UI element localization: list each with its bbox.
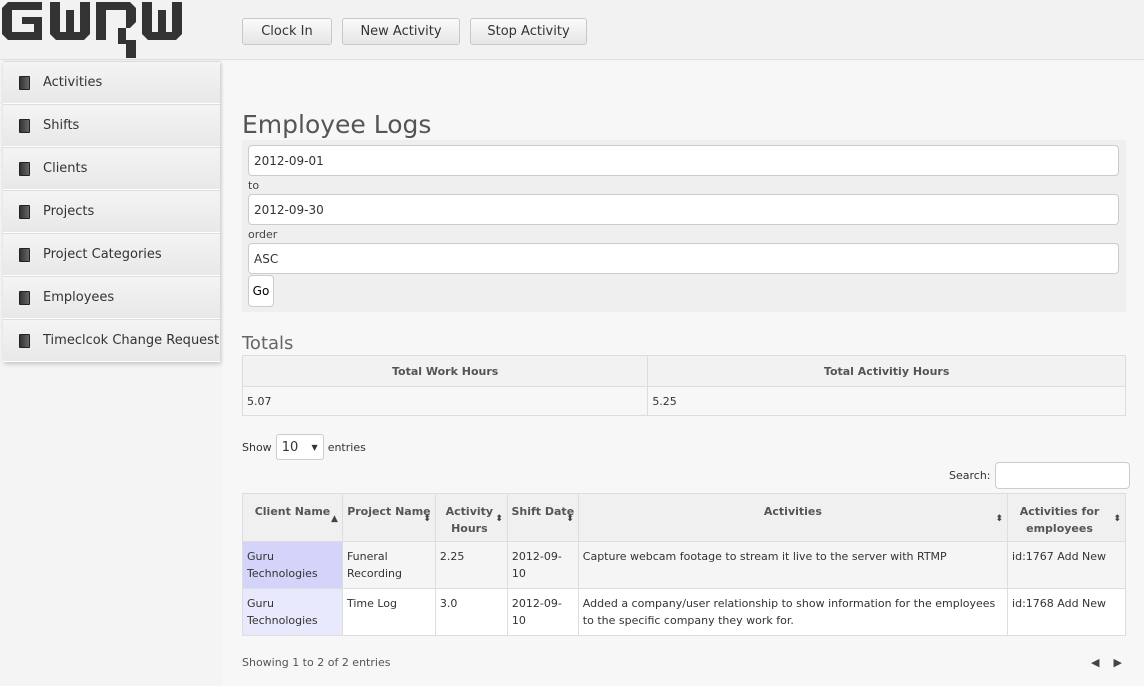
sidebar-item-project-categories[interactable]: Project Categories — [3, 233, 220, 276]
cell-client: Guru Technologies — [242, 541, 343, 589]
table-row: Guru Technologies Funeral Recording 2.25… — [242, 541, 1126, 589]
entries-control: Show 10 ▼ entries — [242, 434, 366, 460]
sidebar-item-label: Activities — [43, 75, 103, 90]
sidebar-item-label: Shifts — [43, 118, 80, 133]
header-label: Activity Hours — [445, 505, 494, 535]
sidebar: Activities Shifts Clients Projects Proje… — [3, 61, 220, 362]
cell-activity: Added a company/user relationship to sho… — [577, 588, 1009, 636]
order-input[interactable] — [248, 243, 1119, 274]
header-label: Project Name — [347, 505, 431, 518]
header-label: Activities for employees — [1019, 505, 1100, 535]
logs-table: Client Name ▲ Project Name ⬍ Activity Hour… — [242, 493, 1126, 636]
previous-page-icon[interactable]: ◀ — [1091, 656, 1099, 669]
order-label: order — [248, 228, 278, 241]
cell-date: 2012-09-10 — [506, 588, 579, 636]
total-activity-hours-header: Total Activitiy Hours — [647, 355, 1126, 387]
cell-project: Time Log — [341, 588, 436, 636]
book-icon — [19, 333, 30, 348]
cell-employee-activity[interactable]: id:1768 Add New — [1007, 588, 1126, 636]
sort-icon: ⬍ — [566, 514, 574, 524]
next-page-icon[interactable]: ▶ — [1113, 656, 1121, 669]
sidebar-item-label: Projects — [43, 204, 95, 219]
col-activities[interactable]: Activities ⬍ — [577, 493, 1009, 542]
sort-asc-icon: ▲ — [331, 514, 338, 524]
pagination: ◀ ▶ — [1091, 656, 1122, 669]
cell-hours: 2.25 — [434, 541, 508, 589]
book-icon — [19, 161, 30, 176]
entries-select[interactable]: 10 ▼ — [275, 434, 324, 460]
sort-icon: ⬍ — [423, 514, 431, 524]
book-icon — [19, 247, 30, 262]
book-icon — [19, 204, 30, 219]
from-date-input[interactable] — [248, 145, 1119, 176]
col-project-name[interactable]: Project Name ⬍ — [341, 493, 436, 542]
table-row: Guru Technologies Time Log 3.0 2012-09-1… — [242, 588, 1126, 636]
guru-logo — [2, 2, 182, 58]
book-icon — [19, 118, 30, 133]
filter-form: to order Go — [242, 140, 1126, 312]
cell-date: 2012-09-10 — [506, 541, 579, 589]
sidebar-item-label: Employees — [43, 290, 115, 305]
stop-activity-button[interactable]: Stop Activity — [470, 18, 587, 45]
sidebar-item-label: Timeclcok Change Request — [43, 333, 220, 348]
header: Clock In New Activity Stop Activity — [0, 0, 1144, 60]
entries-value: 10 — [281, 439, 299, 455]
search-input[interactable] — [994, 462, 1130, 489]
entries-label: entries — [327, 440, 366, 454]
book-icon — [19, 290, 30, 305]
cell-employee-activity[interactable]: id:1767 Add New — [1007, 541, 1126, 589]
page-title: Employee Logs — [242, 110, 432, 139]
new-activity-button[interactable]: New Activity — [342, 18, 460, 45]
col-client-name[interactable]: Client Name ▲ — [242, 493, 343, 542]
sidebar-item-timeclock-change-request[interactable]: Timeclcok Change Request — [3, 319, 220, 362]
sidebar-item-employees[interactable]: Employees — [3, 276, 220, 319]
sort-icon: ⬍ — [495, 514, 503, 524]
table-info: Showing 1 to 2 of 2 entries — [242, 656, 391, 669]
col-activities-for-employees[interactable]: Activities for employees ⬍ — [1007, 493, 1126, 542]
chevron-down-icon: ▼ — [311, 442, 318, 452]
sidebar-item-label: Project Categories — [43, 247, 162, 262]
to-label: to — [248, 179, 260, 192]
go-button[interactable]: Go — [248, 275, 274, 307]
header-label: Shift Date — [511, 505, 575, 518]
cell-activity: Capture webcam footage to stream it live… — [577, 541, 1009, 589]
sort-icon: ⬍ — [1113, 514, 1121, 524]
total-work-hours: 5.07 — [241, 386, 649, 416]
cell-project: Funeral Recording — [341, 541, 436, 589]
totals-title: Totals — [242, 333, 294, 354]
total-work-hours-header: Total Work Hours — [241, 355, 649, 387]
sidebar-item-activities[interactable]: Activities — [3, 61, 220, 104]
to-date-input[interactable] — [248, 194, 1119, 225]
total-activity-hours: 5.25 — [647, 386, 1126, 416]
show-label: Show — [242, 440, 272, 454]
sidebar-item-projects[interactable]: Projects — [3, 190, 220, 233]
header-label: Client Name — [254, 505, 331, 518]
book-icon — [19, 75, 30, 90]
search-control: Search: — [949, 462, 1130, 489]
search-label: Search: — [949, 469, 991, 482]
totals-table: Total Work Hours Total Activitiy Hours 5.… — [241, 355, 1126, 416]
sidebar-item-label: Clients — [43, 161, 88, 176]
clock-in-button[interactable]: Clock In — [242, 18, 332, 45]
col-shift-date[interactable]: Shift Date ⬍ — [506, 493, 579, 542]
header-label: Activities — [763, 505, 822, 518]
col-activity-hours[interactable]: Activity Hours ⬍ — [434, 493, 508, 542]
sidebar-item-shifts[interactable]: Shifts — [3, 104, 220, 147]
cell-client: Guru Technologies — [242, 588, 343, 636]
cell-hours: 3.0 — [434, 588, 508, 636]
sidebar-item-clients[interactable]: Clients — [3, 147, 220, 190]
sort-icon: ⬍ — [995, 514, 1004, 524]
